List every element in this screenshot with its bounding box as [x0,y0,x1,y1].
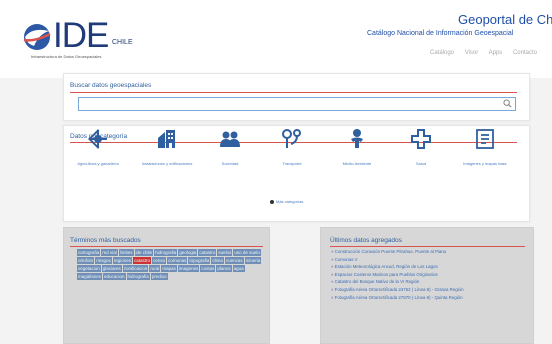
search-term-tag[interactable]: comunas [167,257,188,264]
more-icon [270,199,274,204]
search-term-tag[interactable]: clima [211,257,224,264]
category-medio-ambiente[interactable]: Medio Ambiente [327,128,387,166]
divider [70,246,263,247]
category-agricultura[interactable]: Agricultura y ganadería [68,128,128,166]
site-subtitle: Catálogo Nacional de Información Geoespa… [367,30,514,37]
category-label: Transporte [282,161,302,166]
search-icon[interactable] [503,99,512,108]
logo-chile: CHILE [112,39,133,46]
search-term-tag[interactable]: topografia [188,257,211,264]
search-term-tag[interactable]: ide chile [134,249,154,256]
search-term-tag[interactable]: censo [152,257,167,264]
category-label: Sociedad [221,161,239,166]
category-label: Salud [415,161,427,166]
list-item[interactable]: » Construcción Conexión Puente Pitrahue,… [330,248,522,256]
environment-icon [351,129,363,148]
logo-text: IDE [53,16,109,55]
search-term-tag[interactable]: mineria [244,257,262,264]
terms-title: Términos más buscados [70,237,141,244]
more-categories-link[interactable]: Más categorías [270,199,303,204]
list-item[interactable]: » Catastro del Bosque Nativo de la VI Re… [330,278,522,286]
building-icon [158,130,175,148]
search-term-tag[interactable]: agua [232,265,245,272]
category-transporte[interactable]: Transporte [262,128,322,166]
search-term-tag[interactable]: red vial [101,249,118,256]
search-term-tag[interactable]: hidrografia [126,273,150,280]
search-term-tag[interactable]: costas [200,265,216,272]
search-title: Buscar datos geoespaciales [70,82,152,89]
nav-catalogo[interactable]: Catálogo [430,50,454,56]
header-bar: IDE CHILE Infraestructura de Datos Geoes… [0,0,552,78]
latest-list: » Construcción Conexión Puente Pitrahue,… [330,248,522,301]
search-term-tag[interactable]: cartografia [77,249,101,256]
category-label: Instalaciones y edificaciones [141,161,193,166]
nav-contacto[interactable]: Contacto [513,50,537,56]
divider [330,246,525,247]
latest-title: Últimos datos agregados [330,237,402,244]
people-icon [220,131,240,147]
site-title: Geoportal de Chile [458,12,552,27]
ide-chile-logo[interactable]: IDE CHILE Infraestructura de Datos Geoes… [22,16,142,59]
top-nav: Catálogo Visor Apps Contacto [430,50,546,56]
list-item[interactable]: » Fotografía Aérea Ortorectificada 27870… [330,294,522,302]
nav-apps[interactable]: Apps [489,50,503,56]
globe-icon [23,24,51,50]
terms-panel: Términos más buscados cartografia red via… [63,227,270,344]
search-term-tag[interactable]: zonificacion [122,265,149,272]
route-icon [282,129,301,148]
list-item[interactable]: » Comunas V [330,256,522,264]
latest-panel: Últimos datos agregados » Construcción C… [320,227,534,344]
search-input[interactable] [78,97,516,111]
search-term-tag[interactable]: vegetacion [77,265,101,272]
list-item[interactable]: » Espacios Costeros Marinos para Pueblos… [330,271,522,279]
category-label: Medio Ambiente [342,161,372,166]
search-term-tag[interactable]: magallanes [77,273,103,280]
search-panel: Buscar datos geoespaciales [63,73,530,121]
search-term-tag[interactable]: planos [216,265,232,272]
category-instalaciones[interactable]: Instalaciones y edificaciones [137,128,197,166]
search-term-tag[interactable]: imagenes [177,265,200,272]
search-term-tag[interactable]: hidrografia [154,249,178,256]
search-term-tag[interactable]: regiones [112,257,133,264]
search-term-tag[interactable]: catastro [198,249,217,256]
more-categories-label: Más categorías [276,199,304,204]
search-term-tag[interactable]: glaciares [101,265,122,272]
divider [70,92,517,93]
category-imagenes[interactable]: Imágenes y mapas base [455,128,515,166]
category-label: Imágenes y mapas base [463,161,507,166]
search-term-tag[interactable]: predios [150,273,168,280]
search-term-tag[interactable]: ortofoto [77,257,95,264]
search-term-tag[interactable]: catastro [133,257,152,264]
list-item[interactable]: » Estación Meteorológica Ancud, Región d… [330,263,522,271]
search-term-cloud: cartografia red vial limites ide chile hidro… [77,249,263,281]
search-term-tag[interactable]: rural [149,265,161,272]
search-term-tag[interactable]: cuencas [224,257,244,264]
nav-visor[interactable]: Visor [465,50,479,56]
category-label: Agricultura y ganadería [77,161,119,166]
category-salud[interactable]: Salud [391,128,451,166]
logo-subtitle: Infraestructura de Datos Geoespaciales [31,54,102,59]
list-item[interactable]: » Fotografía Aérea Ortorectificada 24762… [330,286,522,294]
search-term-tag[interactable]: suelos [217,249,233,256]
health-cross-icon [411,129,431,149]
search-term-tag[interactable]: limites [118,249,134,256]
map-icon [476,129,494,149]
search-term-tag[interactable]: uso de suelo [233,249,261,256]
plant-icon [88,129,107,149]
category-sociedad[interactable]: Sociedad [200,128,260,166]
search-term-tag[interactable]: riesgos [95,257,112,264]
search-term-tag[interactable]: geologia [178,249,198,256]
search-term-tag[interactable]: mapas [161,265,177,272]
search-term-tag[interactable]: educacion [103,273,126,280]
